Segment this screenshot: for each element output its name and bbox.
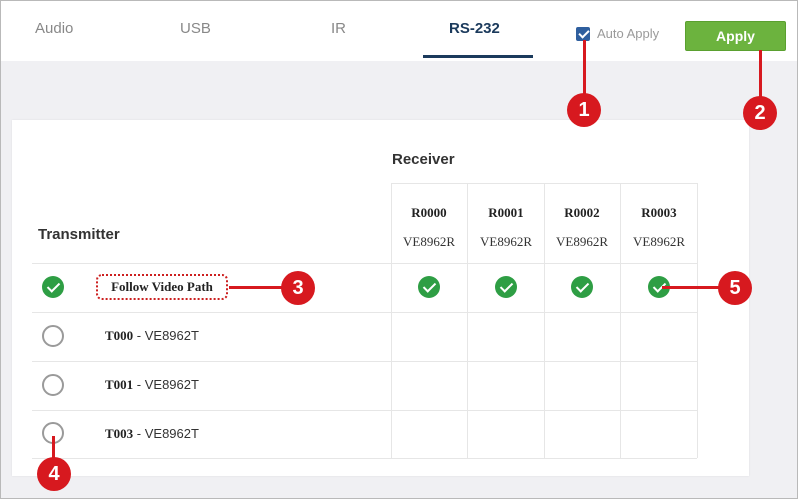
receiver-model: VE8962R (480, 234, 532, 249)
tab-audio[interactable]: Audio (35, 20, 73, 37)
receiver-model: VE8962R (403, 234, 455, 249)
callout-leader-5 (662, 286, 720, 289)
follow-video-path-label: Follow Video Path (96, 274, 228, 300)
grid-line (391, 183, 697, 184)
transmitter-model: VE8962T (144, 328, 199, 343)
tab-rs232[interactable]: RS-232 (449, 20, 500, 37)
transmitter-model: VE8962T (144, 377, 199, 392)
transmitter-code: T001 (105, 377, 134, 392)
grid-line (620, 183, 621, 458)
follow-video-path-selected-icon[interactable] (42, 276, 64, 298)
transmitter-separator: - (133, 377, 145, 392)
grid-line (467, 183, 468, 458)
grid-line (697, 183, 698, 458)
callout-leader-4 (52, 436, 55, 458)
auto-apply-control[interactable]: Auto Apply (576, 26, 659, 41)
active-tab-indicator (423, 55, 533, 58)
receiver-code: R0002 (564, 205, 600, 220)
transmitter-radio[interactable] (42, 374, 64, 396)
receiver-code: R0001 (488, 205, 524, 220)
transmitter-row-label: T000 - VE8962T (105, 328, 199, 344)
apply-button[interactable]: Apply (685, 21, 786, 51)
grid-line (32, 361, 697, 362)
callout-badge-2: 2 (743, 96, 777, 130)
receiver-check-icon[interactable] (418, 276, 440, 298)
receiver-check-icon[interactable] (495, 276, 517, 298)
callout-leader-2 (759, 50, 762, 97)
receiver-code: R0000 (411, 205, 447, 220)
callout-badge-3: 3 (281, 271, 315, 305)
auto-apply-checkbox[interactable] (576, 26, 590, 41)
receiver-check-icon[interactable] (571, 276, 593, 298)
receiver-model: VE8962R (633, 234, 685, 249)
transmitter-separator: - (133, 426, 145, 441)
callout-badge-1: 1 (567, 93, 601, 127)
grid-line (32, 263, 697, 264)
transmitter-model: VE8962T (144, 426, 199, 441)
receiver-model: VE8962R (556, 234, 608, 249)
grid-line (544, 183, 545, 458)
tab-ir[interactable]: IR (331, 20, 346, 37)
transmitter-row-label: T001 - VE8962T (105, 377, 199, 393)
grid-line (391, 183, 392, 458)
callout-badge-4: 4 (37, 457, 71, 491)
receiver-code: R0003 (641, 205, 677, 220)
grid-line (32, 312, 697, 313)
tab-bar (1, 1, 797, 61)
grid-line (32, 410, 697, 411)
callout-leader-1 (583, 40, 586, 94)
callout-badge-5: 5 (718, 271, 752, 305)
auto-apply-label: Auto Apply (597, 26, 660, 41)
transmitter-row-label: T003 - VE8962T (105, 426, 199, 442)
receiver-heading: Receiver (392, 151, 455, 168)
transmitter-separator: - (133, 328, 145, 343)
callout-leader-3 (229, 286, 282, 289)
grid-line (32, 458, 697, 459)
transmitter-heading: Transmitter (38, 226, 120, 243)
tab-usb[interactable]: USB (180, 20, 211, 37)
transmitter-code: T003 (105, 426, 134, 441)
transmitter-radio[interactable] (42, 325, 64, 347)
transmitter-code: T000 (105, 328, 134, 343)
